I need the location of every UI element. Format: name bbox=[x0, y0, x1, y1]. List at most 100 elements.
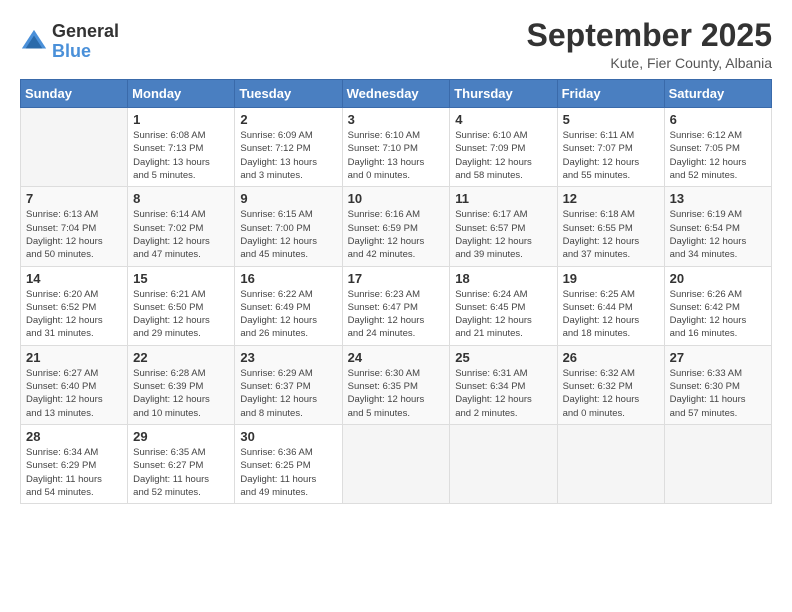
day-number: 15 bbox=[133, 271, 229, 286]
day-number: 24 bbox=[348, 350, 445, 365]
day-info: Sunrise: 6:08 AMSunset: 7:13 PMDaylight:… bbox=[133, 129, 229, 182]
day-info: Sunrise: 6:28 AMSunset: 6:39 PMDaylight:… bbox=[133, 367, 229, 420]
day-info: Sunrise: 6:22 AMSunset: 6:49 PMDaylight:… bbox=[240, 288, 336, 341]
table-row: 27Sunrise: 6:33 AMSunset: 6:30 PMDayligh… bbox=[664, 345, 771, 424]
table-row: 2 Sunrise: 6:09 AMSunset: 7:12 PMDaylight… bbox=[235, 108, 342, 187]
calendar-week-row: 21 Sunrise: 6:27 AMSunset: 6:40 PMDayligh… bbox=[21, 345, 772, 424]
logo-blue-text: Blue bbox=[52, 42, 119, 62]
logo-general-text: General bbox=[52, 22, 119, 42]
day-info: Sunrise: 6:24 AMSunset: 6:45 PMDaylight:… bbox=[455, 288, 551, 341]
day-number: 8 bbox=[133, 191, 229, 206]
day-info: Sunrise: 6:36 AMSunset: 6:25 PMDaylight:… bbox=[240, 446, 336, 499]
day-number: 11 bbox=[455, 191, 551, 206]
day-info: Sunrise: 6:20 AMSunset: 6:52 PMDaylight:… bbox=[26, 288, 122, 341]
day-info: Sunrise: 6:14 AMSunset: 7:02 PMDaylight:… bbox=[133, 208, 229, 261]
day-number: 13 bbox=[670, 191, 766, 206]
table-row: 13 Sunrise: 6:19 AMSunset: 6:54 PMDayligh… bbox=[664, 187, 771, 266]
day-info: Sunrise: 6:21 AMSunset: 6:50 PMDaylight:… bbox=[133, 288, 229, 341]
day-info: Sunrise: 6:35 AMSunset: 6:27 PMDaylight:… bbox=[133, 446, 229, 499]
table-row: 3 Sunrise: 6:10 AMSunset: 7:10 PMDaylight… bbox=[342, 108, 450, 187]
day-number: 22 bbox=[133, 350, 229, 365]
table-row bbox=[664, 424, 771, 503]
day-info: Sunrise: 6:17 AMSunset: 6:57 PMDaylight:… bbox=[455, 208, 551, 261]
day-info: Sunrise: 6:32 AMSunset: 6:32 PMDaylight:… bbox=[563, 367, 659, 420]
day-info: Sunrise: 6:30 AMSunset: 6:35 PMDaylight:… bbox=[348, 367, 445, 420]
day-number: 7 bbox=[26, 191, 122, 206]
table-row bbox=[21, 108, 128, 187]
day-info: Sunrise: 6:10 AMSunset: 7:10 PMDaylight:… bbox=[348, 129, 445, 182]
day-info: Sunrise: 6:10 AMSunset: 7:09 PMDaylight:… bbox=[455, 129, 551, 182]
day-info: Sunrise: 6:18 AMSunset: 6:55 PMDaylight:… bbox=[563, 208, 659, 261]
header-monday: Monday bbox=[128, 80, 235, 108]
day-number: 9 bbox=[240, 191, 336, 206]
table-row bbox=[557, 424, 664, 503]
day-info: Sunrise: 6:12 AMSunset: 7:05 PMDaylight:… bbox=[670, 129, 766, 182]
day-number: 23 bbox=[240, 350, 336, 365]
day-info: Sunrise: 6:23 AMSunset: 6:47 PMDaylight:… bbox=[348, 288, 445, 341]
day-info: Sunrise: 6:09 AMSunset: 7:12 PMDaylight:… bbox=[240, 129, 336, 182]
table-row: 25Sunrise: 6:31 AMSunset: 6:34 PMDayligh… bbox=[450, 345, 557, 424]
table-row: 30Sunrise: 6:36 AMSunset: 6:25 PMDayligh… bbox=[235, 424, 342, 503]
table-row: 4 Sunrise: 6:10 AMSunset: 7:09 PMDaylight… bbox=[450, 108, 557, 187]
day-number: 21 bbox=[26, 350, 122, 365]
table-row: 9 Sunrise: 6:15 AMSunset: 7:00 PMDaylight… bbox=[235, 187, 342, 266]
table-row: 29Sunrise: 6:35 AMSunset: 6:27 PMDayligh… bbox=[128, 424, 235, 503]
calendar-title: September 2025 bbox=[527, 18, 772, 53]
day-info: Sunrise: 6:29 AMSunset: 6:37 PMDaylight:… bbox=[240, 367, 336, 420]
table-row: 7 Sunrise: 6:13 AMSunset: 7:04 PMDaylight… bbox=[21, 187, 128, 266]
table-row: 18 Sunrise: 6:24 AMSunset: 6:45 PMDayligh… bbox=[450, 266, 557, 345]
day-info: Sunrise: 6:26 AMSunset: 6:42 PMDaylight:… bbox=[670, 288, 766, 341]
table-row: 28 Sunrise: 6:34 AMSunset: 6:29 PMDayligh… bbox=[21, 424, 128, 503]
calendar-header-row: Sunday Monday Tuesday Wednesday Thursday… bbox=[21, 80, 772, 108]
table-row: 21 Sunrise: 6:27 AMSunset: 6:40 PMDayligh… bbox=[21, 345, 128, 424]
table-row: 5Sunrise: 6:11 AMSunset: 7:07 PMDaylight… bbox=[557, 108, 664, 187]
table-row: 17Sunrise: 6:23 AMSunset: 6:47 PMDayligh… bbox=[342, 266, 450, 345]
page-header: General Blue September 2025 Kute, Fier C… bbox=[20, 18, 772, 71]
header-wednesday: Wednesday bbox=[342, 80, 450, 108]
calendar-subtitle: Kute, Fier County, Albania bbox=[527, 55, 772, 71]
header-friday: Friday bbox=[557, 80, 664, 108]
day-number: 14 bbox=[26, 271, 122, 286]
table-row: 23 Sunrise: 6:29 AMSunset: 6:37 PMDayligh… bbox=[235, 345, 342, 424]
day-number: 10 bbox=[348, 191, 445, 206]
calendar-week-row: 28 Sunrise: 6:34 AMSunset: 6:29 PMDayligh… bbox=[21, 424, 772, 503]
logo: General Blue bbox=[20, 22, 119, 62]
day-info: Sunrise: 6:27 AMSunset: 6:40 PMDaylight:… bbox=[26, 367, 122, 420]
day-number: 4 bbox=[455, 112, 551, 127]
header-sunday: Sunday bbox=[21, 80, 128, 108]
calendar-week-row: 14 Sunrise: 6:20 AMSunset: 6:52 PMDayligh… bbox=[21, 266, 772, 345]
day-number: 19 bbox=[563, 271, 659, 286]
day-number: 20 bbox=[670, 271, 766, 286]
table-row bbox=[342, 424, 450, 503]
logo-icon bbox=[20, 28, 48, 56]
table-row: 12 Sunrise: 6:18 AMSunset: 6:55 PMDayligh… bbox=[557, 187, 664, 266]
table-row bbox=[450, 424, 557, 503]
header-tuesday: Tuesday bbox=[235, 80, 342, 108]
day-info: Sunrise: 6:15 AMSunset: 7:00 PMDaylight:… bbox=[240, 208, 336, 261]
table-row: 11 Sunrise: 6:17 AMSunset: 6:57 PMDayligh… bbox=[450, 187, 557, 266]
day-number: 16 bbox=[240, 271, 336, 286]
table-row: 24 Sunrise: 6:30 AMSunset: 6:35 PMDayligh… bbox=[342, 345, 450, 424]
calendar-week-row: 1Sunrise: 6:08 AMSunset: 7:13 PMDaylight… bbox=[21, 108, 772, 187]
table-row: 6 Sunrise: 6:12 AMSunset: 7:05 PMDaylight… bbox=[664, 108, 771, 187]
day-number: 3 bbox=[348, 112, 445, 127]
day-info: Sunrise: 6:31 AMSunset: 6:34 PMDaylight:… bbox=[455, 367, 551, 420]
table-row: 22 Sunrise: 6:28 AMSunset: 6:39 PMDayligh… bbox=[128, 345, 235, 424]
day-number: 18 bbox=[455, 271, 551, 286]
day-info: Sunrise: 6:13 AMSunset: 7:04 PMDaylight:… bbox=[26, 208, 122, 261]
day-number: 12 bbox=[563, 191, 659, 206]
table-row: 1Sunrise: 6:08 AMSunset: 7:13 PMDaylight… bbox=[128, 108, 235, 187]
day-number: 6 bbox=[670, 112, 766, 127]
table-row: 15 Sunrise: 6:21 AMSunset: 6:50 PMDayligh… bbox=[128, 266, 235, 345]
calendar-table: Sunday Monday Tuesday Wednesday Thursday… bbox=[20, 79, 772, 504]
table-row: 14 Sunrise: 6:20 AMSunset: 6:52 PMDayligh… bbox=[21, 266, 128, 345]
table-row: 20 Sunrise: 6:26 AMSunset: 6:42 PMDayligh… bbox=[664, 266, 771, 345]
day-number: 2 bbox=[240, 112, 336, 127]
day-info: Sunrise: 6:34 AMSunset: 6:29 PMDaylight:… bbox=[26, 446, 122, 499]
calendar-week-row: 7 Sunrise: 6:13 AMSunset: 7:04 PMDaylight… bbox=[21, 187, 772, 266]
day-number: 28 bbox=[26, 429, 122, 444]
header-saturday: Saturday bbox=[664, 80, 771, 108]
day-info: Sunrise: 6:19 AMSunset: 6:54 PMDaylight:… bbox=[670, 208, 766, 261]
day-number: 27 bbox=[670, 350, 766, 365]
day-info: Sunrise: 6:25 AMSunset: 6:44 PMDaylight:… bbox=[563, 288, 659, 341]
